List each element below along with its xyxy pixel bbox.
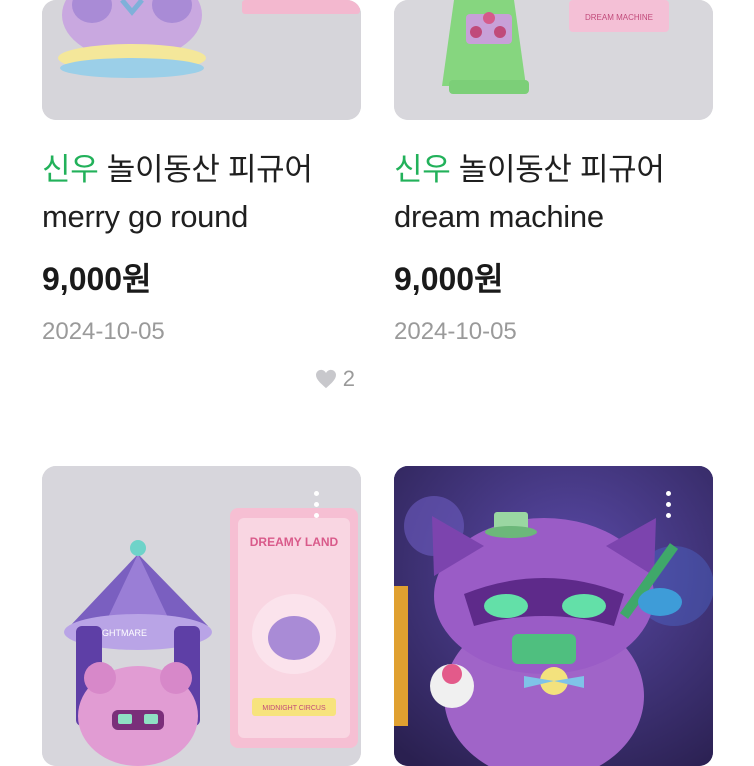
like-count: 2	[315, 366, 355, 392]
product-price: 9,000원	[394, 261, 504, 297]
figure-image: DREAM MACHINE	[394, 0, 713, 120]
more-dot-icon	[665, 501, 671, 507]
more-options-button[interactable]	[303, 484, 329, 524]
product-title-line2[interactable]: dream machine	[394, 187, 713, 247]
product-date: 2024-10-05	[394, 318, 517, 345]
more-dot-icon	[665, 490, 671, 496]
title-highlight: 신우	[42, 152, 99, 187]
product-thumbnail[interactable]	[394, 466, 713, 766]
more-dot-icon	[665, 512, 671, 518]
figure-image	[42, 0, 361, 120]
product-price: 9,000원	[42, 261, 152, 297]
title-text: 놀이동산 피규어	[450, 152, 665, 187]
product-title-line2[interactable]: merry go round	[42, 187, 361, 247]
product-thumbnail[interactable]: DREAMY LAND MIDNIGHT CIRCUS NIGHTMARE	[42, 466, 361, 766]
product-date: 2024-10-05	[42, 318, 165, 345]
card-label-bottom: MIDNIGHT CIRCUS	[262, 705, 326, 712]
title-text: 놀이동산 피규어	[98, 152, 313, 187]
more-options-button[interactable]	[655, 484, 681, 524]
product-thumbnail[interactable]	[42, 0, 361, 120]
card-label: DREAM MACHINE	[585, 13, 653, 22]
heart-icon	[315, 369, 336, 389]
more-dot-icon	[313, 512, 319, 518]
more-dot-icon	[313, 490, 319, 496]
more-dot-icon	[313, 501, 319, 507]
card-label-top: DREAMY LAND	[250, 535, 339, 549]
product-thumbnail[interactable]: DREAM MACHINE	[394, 0, 713, 120]
like-count-value: 2	[342, 366, 355, 391]
title-highlight: 신우	[394, 152, 451, 187]
